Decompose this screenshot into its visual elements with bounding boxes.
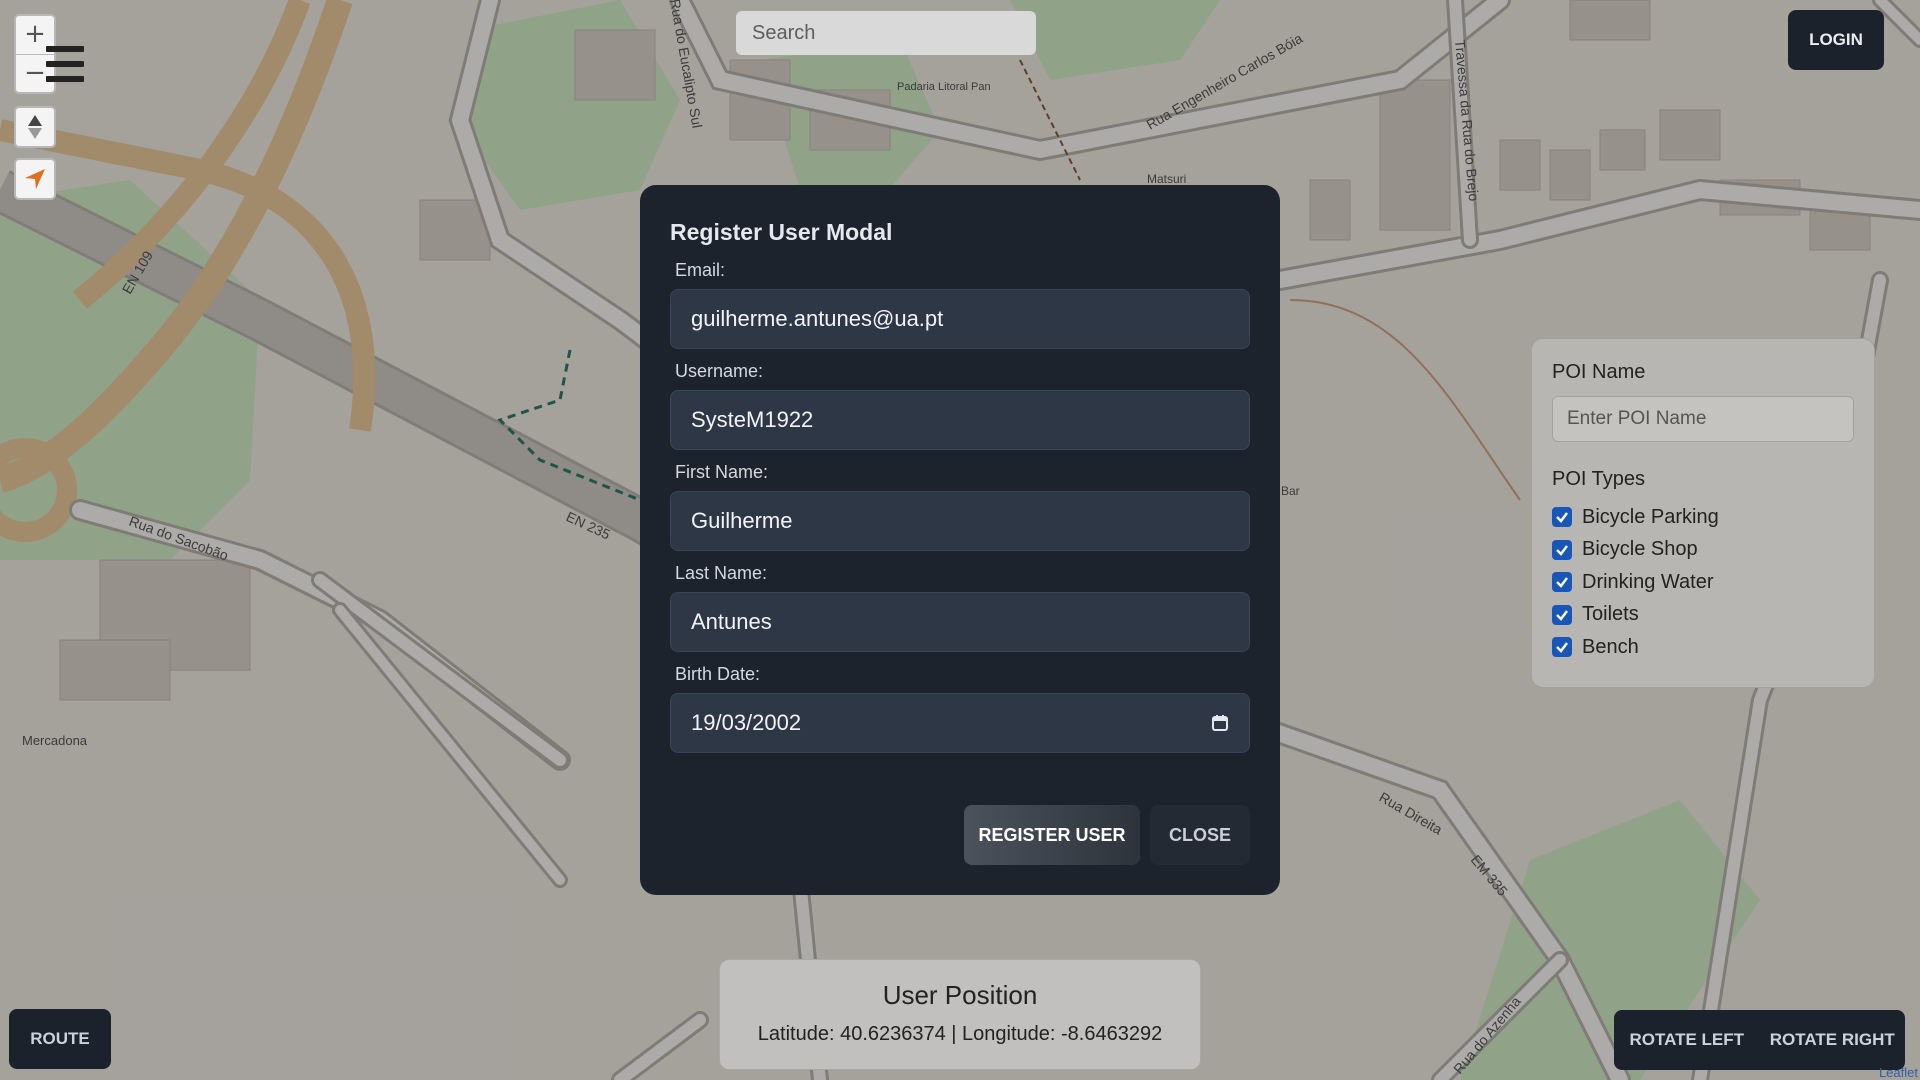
search-input[interactable] <box>736 11 1036 55</box>
poi-panel: POI Name Enter POI Name POI Types Bicycl… <box>1531 338 1875 688</box>
poi-type-label: Bicycle Shop <box>1582 538 1698 561</box>
user-position-coords: Latitude: 40.6236374 | Longitude: -8.646… <box>757 1023 1163 1045</box>
register-user-modal: Register User Modal Email: guilherme.ant… <box>640 185 1280 895</box>
email-field[interactable]: guilherme.antunes@ua.pt <box>670 289 1250 349</box>
birth-date-field[interactable]: 19/03/2002 <box>670 693 1250 753</box>
rotate-left-button[interactable]: ROTATE LEFT <box>1614 1010 1760 1070</box>
menu-icon[interactable] <box>46 46 84 82</box>
poi-type-label: Bench <box>1582 635 1639 658</box>
close-button[interactable]: CLOSE <box>1150 805 1250 865</box>
username-value: SysteM1922 <box>691 407 814 432</box>
compass-icon <box>28 115 42 139</box>
poi-types-label: POI Types <box>1552 468 1646 490</box>
poi-type-label: Drinking Water <box>1582 570 1714 593</box>
last-name-value: Antunes <box>691 609 772 634</box>
birth-date-label: Birth Date: <box>675 664 761 684</box>
rotate-right-button[interactable]: ROTATE RIGHT <box>1760 1010 1906 1070</box>
checkbox-checked-icon[interactable] <box>1552 637 1572 658</box>
navigation-arrow-icon <box>25 169 45 189</box>
register-user-button[interactable]: REGISTER USER <box>964 805 1140 865</box>
poi-name-label: POI Name <box>1552 361 1646 383</box>
username-label: Username: <box>675 361 764 381</box>
poi-type-bench[interactable]: Bench <box>1552 631 1854 664</box>
user-position-title: User Position <box>882 980 1038 1010</box>
first-name-label: First Name: <box>675 462 769 482</box>
locate-button[interactable] <box>14 158 56 200</box>
last-name-label: Last Name: <box>675 563 768 583</box>
modal-title: Register User Modal <box>670 219 893 245</box>
email-value: guilherme.antunes@ua.pt <box>691 306 944 331</box>
checkbox-checked-icon[interactable] <box>1552 572 1572 593</box>
calendar-icon[interactable] <box>1211 714 1229 732</box>
login-button[interactable]: LOGIN <box>1788 10 1884 70</box>
leaflet-attribution[interactable]: Leaflet <box>1879 1065 1918 1080</box>
route-button[interactable]: ROUTE <box>9 1009 111 1069</box>
poi-type-toilets[interactable]: Toilets <box>1552 599 1854 632</box>
checkbox-checked-icon[interactable] <box>1552 604 1572 625</box>
checkbox-checked-icon[interactable] <box>1552 507 1572 528</box>
rotate-controls: ROTATE LEFT ROTATE RIGHT <box>1614 1010 1905 1070</box>
email-label: Email: <box>675 260 726 280</box>
first-name-field[interactable]: Guilherme <box>670 491 1250 551</box>
last-name-field[interactable]: Antunes <box>670 592 1250 652</box>
birth-date-value: 19/03/2002 <box>691 710 802 735</box>
poi-type-bicycle-parking[interactable]: Bicycle Parking <box>1552 501 1854 534</box>
poi-name-input[interactable]: Enter POI Name <box>1552 396 1854 442</box>
checkbox-checked-icon[interactable] <box>1552 539 1572 560</box>
poi-type-label: Bicycle Parking <box>1582 505 1719 528</box>
username-field[interactable]: SysteM1922 <box>670 390 1250 450</box>
compass-button[interactable] <box>14 106 56 148</box>
user-position-panel: User Position Latitude: 40.6236374 | Lon… <box>719 959 1201 1070</box>
first-name-value: Guilherme <box>691 508 793 533</box>
poi-type-drinking-water[interactable]: Drinking Water <box>1552 566 1854 599</box>
poi-type-label: Toilets <box>1582 603 1639 626</box>
poi-type-bicycle-shop[interactable]: Bicycle Shop <box>1552 534 1854 567</box>
